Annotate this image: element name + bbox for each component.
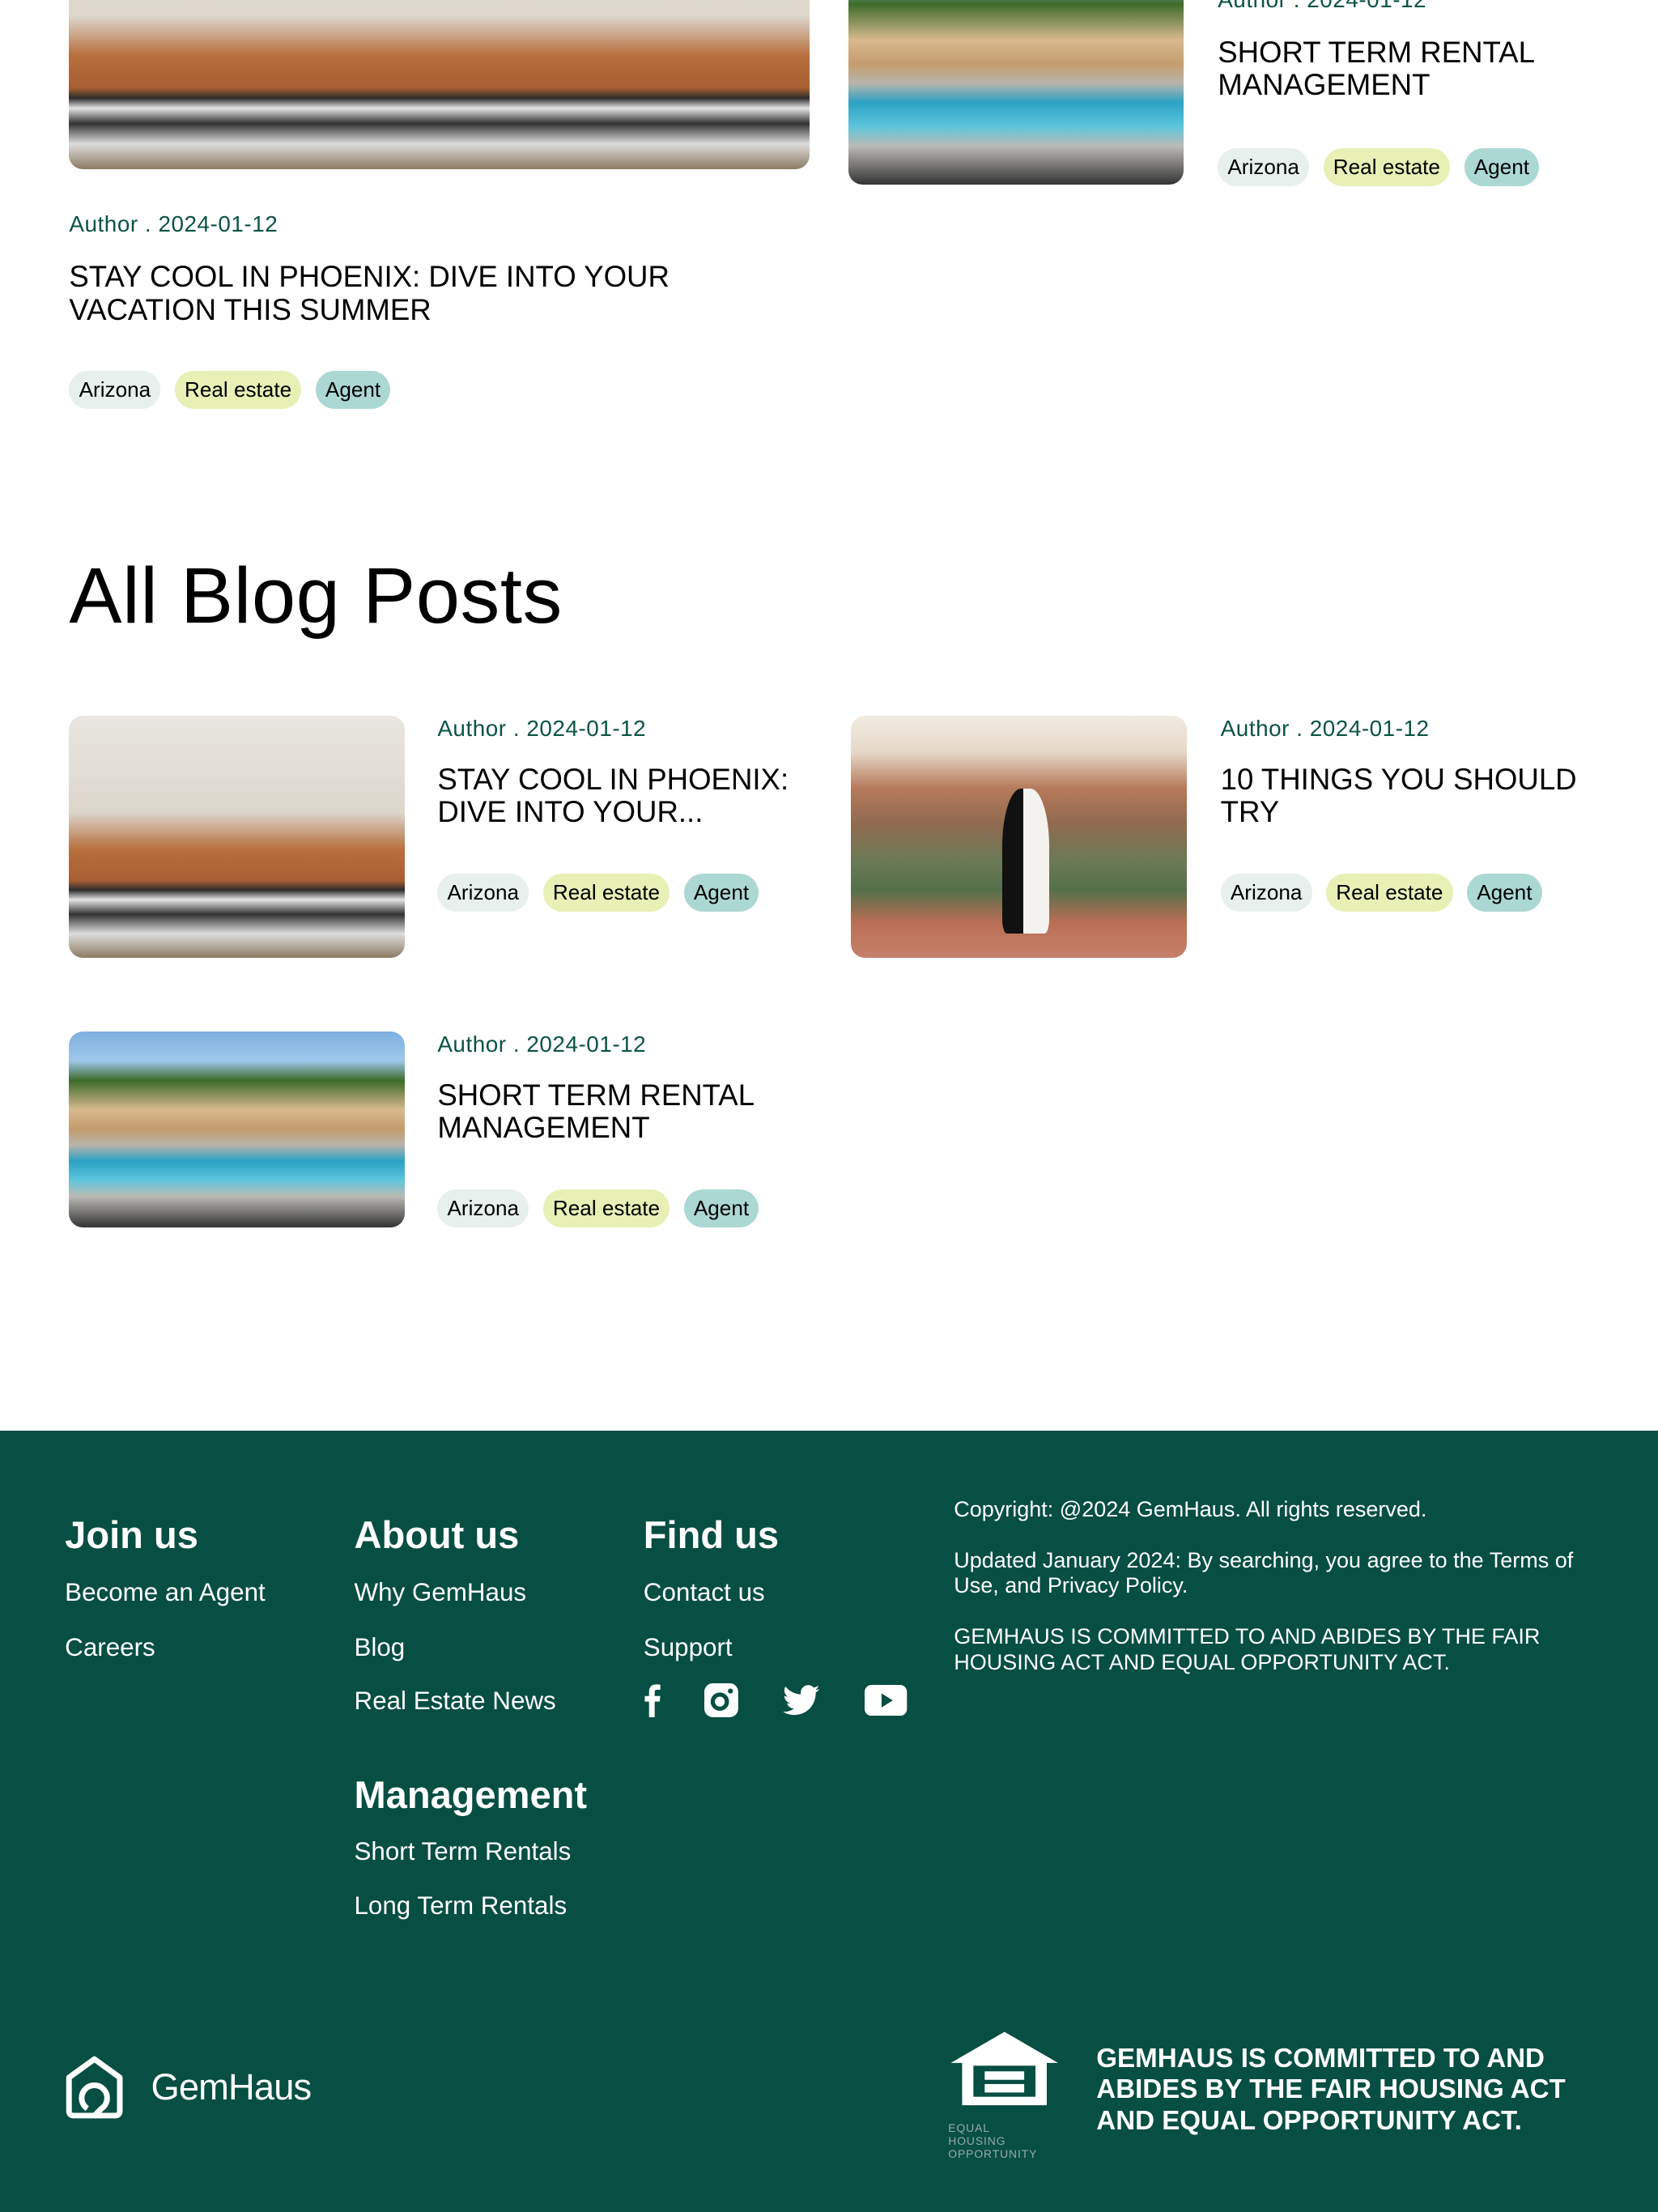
tag-arizona[interactable]: Arizona [437, 873, 529, 912]
tag-real-estate[interactable]: Real estate [542, 873, 670, 912]
footer-heading-join: Join us [65, 1513, 198, 1557]
footer-link-short-term[interactable]: Short Term Rentals [354, 1837, 571, 1866]
post-title[interactable]: SHORT TERM RENTAL MANAGEMENT [1218, 36, 1584, 101]
tag-arizona[interactable]: Arizona [1218, 148, 1310, 187]
tag-agent[interactable]: Agent [1467, 873, 1542, 912]
instagram-icon[interactable] [704, 1683, 738, 1718]
post-title[interactable]: STAY COOL IN PHOENIX: DIVE INTO YOUR... [437, 763, 804, 828]
tag-agent[interactable]: Agent [683, 1189, 759, 1228]
post-title[interactable]: STAY COOL IN PHOENIX: DIVE INTO YOUR VAC… [69, 261, 774, 325]
facebook-icon[interactable] [642, 1683, 661, 1718]
tag-real-estate[interactable]: Real estate [1323, 148, 1451, 187]
tag-arizona[interactable]: Arizona [1220, 873, 1312, 912]
gemhaus-logo-icon [66, 2056, 123, 2119]
tag-agent[interactable]: Agent [683, 873, 759, 912]
tag-agent[interactable]: Agent [315, 371, 391, 410]
footer-link-support[interactable]: Support [644, 1633, 733, 1662]
post-image[interactable] [69, 1032, 406, 1228]
post-meta: Author . 2024-01-12 [69, 211, 278, 237]
footer-link-long-term[interactable]: Long Term Rentals [354, 1891, 567, 1921]
updated-terms-text: Updated January 2024: By searching, you … [954, 1548, 1574, 1598]
post-meta: Author . 2024-01-12 [437, 1032, 647, 1057]
post-meta: Author . 2024-01-12 [437, 715, 647, 741]
tag-real-estate[interactable]: Real estate [174, 371, 302, 410]
fair-housing-text: GEMHAUS IS COMMITTED TO AND ABIDES BY TH… [954, 1624, 1541, 1674]
footer-link-contact[interactable]: Contact us [644, 1578, 765, 1607]
fair-housing-statement: GEMHAUS IS COMMITTED TO AND ABIDES BY TH… [1096, 2043, 1566, 2136]
footer-link-blog[interactable]: Blog [354, 1633, 405, 1662]
post-title[interactable]: SHORT TERM RENTAL MANAGEMENT [437, 1079, 804, 1144]
tag-list: Arizona Real estate Agent [437, 873, 759, 912]
section-heading: All Blog Posts [69, 551, 563, 640]
footer: Join us Become an Agent Careers About us… [0, 1431, 1658, 2212]
tag-agent[interactable]: Agent [1464, 148, 1540, 187]
post-image[interactable] [851, 715, 1187, 959]
tag-arizona[interactable]: Arizona [437, 1189, 529, 1228]
footer-heading-find: Find us [643, 1513, 780, 1557]
tag-arizona[interactable]: Arizona [69, 371, 161, 410]
youtube-icon[interactable] [865, 1685, 908, 1716]
tag-real-estate[interactable]: Real estate [542, 1189, 670, 1228]
couple-photo-subject [1001, 788, 1049, 934]
equal-housing-logo: EQUAL HOUSING OPPORTUNITY [948, 2029, 1061, 2160]
copyright-text: Copyright: @2024 GemHaus. All rights res… [954, 1497, 1427, 1522]
footer-link-become-agent[interactable]: Become an Agent [65, 1578, 266, 1607]
footer-heading-management: Management [354, 1773, 588, 1817]
footer-link-why-gemhaus[interactable]: Why GemHaus [354, 1578, 526, 1607]
tag-list: Arizona Real estate Agent [437, 1189, 759, 1228]
gemhaus-logo[interactable]: GemHaus [65, 2055, 312, 2120]
tag-real-estate[interactable]: Real estate [1326, 873, 1453, 912]
equal-housing-label: EQUAL HOUSING OPPORTUNITY [948, 2121, 1038, 2160]
equal-housing-house-icon [950, 2031, 1059, 2106]
twitter-icon[interactable] [783, 1685, 820, 1716]
tag-list: Arizona Real estate Agent [1220, 873, 1542, 912]
tag-list: Arizona Real estate Agent [69, 371, 391, 410]
post-meta: Author . 2024-01-12 [1218, 0, 1426, 13]
brand-name: GemHaus [151, 2065, 312, 2108]
post-title[interactable]: 10 THINGS YOU SHOULD TRY [1221, 763, 1588, 828]
page: Author . 2024-01-12 STAY COOL IN PHOENIX… [0, 0, 1658, 2212]
featured-post-image[interactable] [69, 0, 810, 170]
footer-link-careers[interactable]: Careers [65, 1633, 155, 1662]
footer-heading-about: About us [354, 1513, 520, 1557]
featured-post-image[interactable] [848, 0, 1184, 185]
footer-link-real-estate-news[interactable]: Real Estate News [354, 1687, 555, 1716]
post-meta: Author . 2024-01-12 [1220, 715, 1430, 741]
social-links [642, 1683, 908, 1718]
tag-list: Arizona Real estate Agent [1218, 148, 1540, 187]
post-image[interactable] [69, 715, 406, 959]
